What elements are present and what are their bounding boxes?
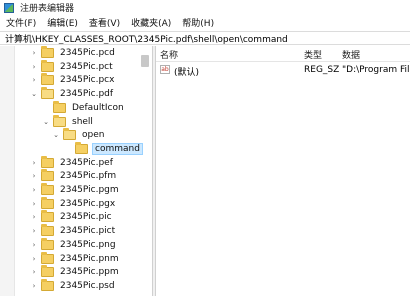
tree-item[interactable]: ⌄ 2345Pic.pdf: [30, 87, 115, 101]
expand-chevron-icon: [42, 101, 50, 115]
menu-favorites[interactable]: 收藏夹(A): [125, 16, 176, 29]
column-type-header[interactable]: 类型: [304, 48, 322, 61]
menu-view[interactable]: 查看(V): [83, 16, 125, 29]
folder-icon: [41, 237, 54, 250]
tree-item-label[interactable]: 2345Pic.pgm: [58, 185, 121, 195]
tree-item-label[interactable]: 2345Pic.psd: [58, 281, 117, 291]
address-bar[interactable]: 计算机\HKEY_CLASSES_ROOT\2345Pic.pdf\shell\…: [0, 31, 410, 45]
tree-item-label[interactable]: 2345Pic.pdf: [58, 89, 115, 99]
tree-item[interactable]: › 2345Pic.pcd: [30, 46, 117, 60]
tree-item-label[interactable]: 2345Pic.pic: [58, 212, 114, 222]
tree-item[interactable]: › 2345Pic.psd: [30, 278, 117, 293]
tree-item-label[interactable]: 2345Pic.pcd: [58, 48, 117, 58]
folder-icon: [41, 278, 54, 291]
tree-item-label[interactable]: 2345Pic.pct: [58, 62, 115, 72]
tree-item[interactable]: › 2345Pic.pcx: [30, 73, 116, 87]
folder-icon: [41, 46, 54, 58]
tree-item-label[interactable]: open: [80, 130, 106, 140]
value-row[interactable]: ab (默认) REG_SZ "D:\Program Files: [156, 63, 410, 78]
tree-item[interactable]: ⌄ shell: [42, 114, 95, 129]
tree-item[interactable]: › 2345Pic.pnm: [30, 251, 121, 266]
folder-icon: [41, 196, 54, 209]
expand-chevron-icon[interactable]: ›: [30, 252, 38, 266]
expand-chevron-icon[interactable]: ›: [30, 210, 38, 224]
tree-item-label[interactable]: 2345Pic.pcx: [58, 75, 116, 85]
folder-icon: [53, 114, 66, 127]
expand-chevron-icon[interactable]: ›: [30, 169, 38, 183]
value-type: REG_SZ: [304, 65, 340, 75]
tree-item-label[interactable]: DefaultIcon: [70, 103, 126, 113]
folder-icon: [41, 155, 54, 168]
tree-item-label[interactable]: 2345Pic.ppm: [58, 267, 121, 277]
folder-icon: [41, 169, 54, 182]
string-value-icon: ab: [160, 65, 170, 74]
window-title: 注册表编辑器: [20, 4, 75, 14]
tree-item[interactable]: › 2345Pic.png: [30, 237, 118, 252]
folder-icon: [63, 128, 76, 141]
tree-item[interactable]: › 2345Pic.pict: [30, 224, 117, 238]
tree-item-label[interactable]: command: [92, 142, 143, 155]
tree-item[interactable]: › 2345Pic.pct: [30, 59, 115, 74]
column-name-header[interactable]: 名称: [160, 48, 178, 61]
tree-item-label[interactable]: 2345Pic.pgx: [58, 199, 117, 209]
expand-chevron-icon[interactable]: ›: [30, 197, 38, 211]
menu-bar: 文件(F) 编辑(E) 查看(V) 收藏夹(A) 帮助(H): [0, 15, 410, 30]
folder-icon: [41, 73, 54, 86]
column-data-header[interactable]: 数据: [342, 48, 360, 61]
list-header: 名称 类型 数据: [156, 46, 410, 62]
collapse-chevron-icon[interactable]: ⌄: [42, 115, 50, 129]
tree-item[interactable]: › 2345Pic.pef: [30, 155, 115, 170]
expand-chevron-icon[interactable]: ›: [30, 238, 38, 252]
tree-item[interactable]: ⌄ open: [52, 128, 106, 142]
tree-item-label[interactable]: shell: [70, 117, 95, 127]
value-name: (默认): [174, 68, 200, 78]
tree-item-label[interactable]: 2345Pic.pfm: [58, 171, 118, 181]
expand-chevron-icon[interactable]: ›: [30, 46, 38, 60]
folder-icon: [41, 59, 54, 72]
expand-chevron-icon[interactable]: ›: [30, 73, 38, 87]
values-list[interactable]: 名称 类型 数据 ab (默认) REG_SZ "D:\Program File…: [156, 46, 410, 296]
tree-item[interactable]: › 2345Pic.pic: [30, 210, 114, 224]
tree-item-label[interactable]: 2345Pic.pnm: [58, 254, 121, 264]
tree-item[interactable]: › 2345Pic.pgm: [30, 183, 121, 197]
folder-icon: [41, 224, 54, 237]
collapse-chevron-icon[interactable]: ⌄: [30, 87, 38, 101]
folder-icon: [41, 251, 54, 264]
folder-icon: [41, 265, 54, 278]
tree-scrollbar-thumb[interactable]: [141, 55, 149, 67]
menu-help[interactable]: 帮助(H): [176, 16, 219, 29]
tree-item[interactable]: DefaultIcon: [42, 100, 126, 115]
folder-icon: [41, 183, 54, 195]
tree-item-label[interactable]: 2345Pic.pict: [58, 226, 117, 236]
tree-item[interactable]: command: [64, 141, 143, 156]
tree-item[interactable]: › 2345Pic.pfm: [30, 169, 118, 183]
folder-icon: [53, 100, 66, 113]
tree-left-strip: [0, 46, 15, 296]
expand-chevron-icon[interactable]: ›: [30, 60, 38, 74]
tree-item[interactable]: › 2345Pic.pgx: [30, 196, 117, 211]
folder-icon: [41, 87, 54, 100]
menu-edit[interactable]: 编辑(E): [41, 16, 83, 29]
title-bar: 注册表编辑器: [0, 0, 410, 15]
regedit-icon: [4, 2, 14, 13]
value-data: "D:\Program Files: [342, 65, 410, 75]
menu-file[interactable]: 文件(F): [0, 16, 41, 29]
address-path[interactable]: 计算机\HKEY_CLASSES_ROOT\2345Pic.pdf\shell\…: [5, 32, 288, 45]
tree-item-label[interactable]: 2345Pic.pef: [58, 158, 115, 168]
expand-chevron-icon: [64, 142, 72, 156]
folder-icon: [75, 141, 88, 154]
expand-chevron-icon[interactable]: ›: [30, 224, 38, 238]
tree-item-label[interactable]: 2345Pic.png: [58, 240, 118, 250]
registry-tree[interactable]: › 2345Pic.pcd › 2345Pic.pct › 2345Pic.pcx ⌄ 234…: [0, 46, 152, 296]
expand-chevron-icon[interactable]: ›: [30, 265, 38, 279]
collapse-chevron-icon[interactable]: ⌄: [52, 128, 60, 142]
expand-chevron-icon[interactable]: ›: [30, 156, 38, 170]
folder-icon: [41, 210, 54, 223]
expand-chevron-icon[interactable]: ›: [30, 183, 38, 197]
tree-item[interactable]: › 2345Pic.ppm: [30, 265, 121, 279]
expand-chevron-icon[interactable]: ›: [30, 279, 38, 293]
